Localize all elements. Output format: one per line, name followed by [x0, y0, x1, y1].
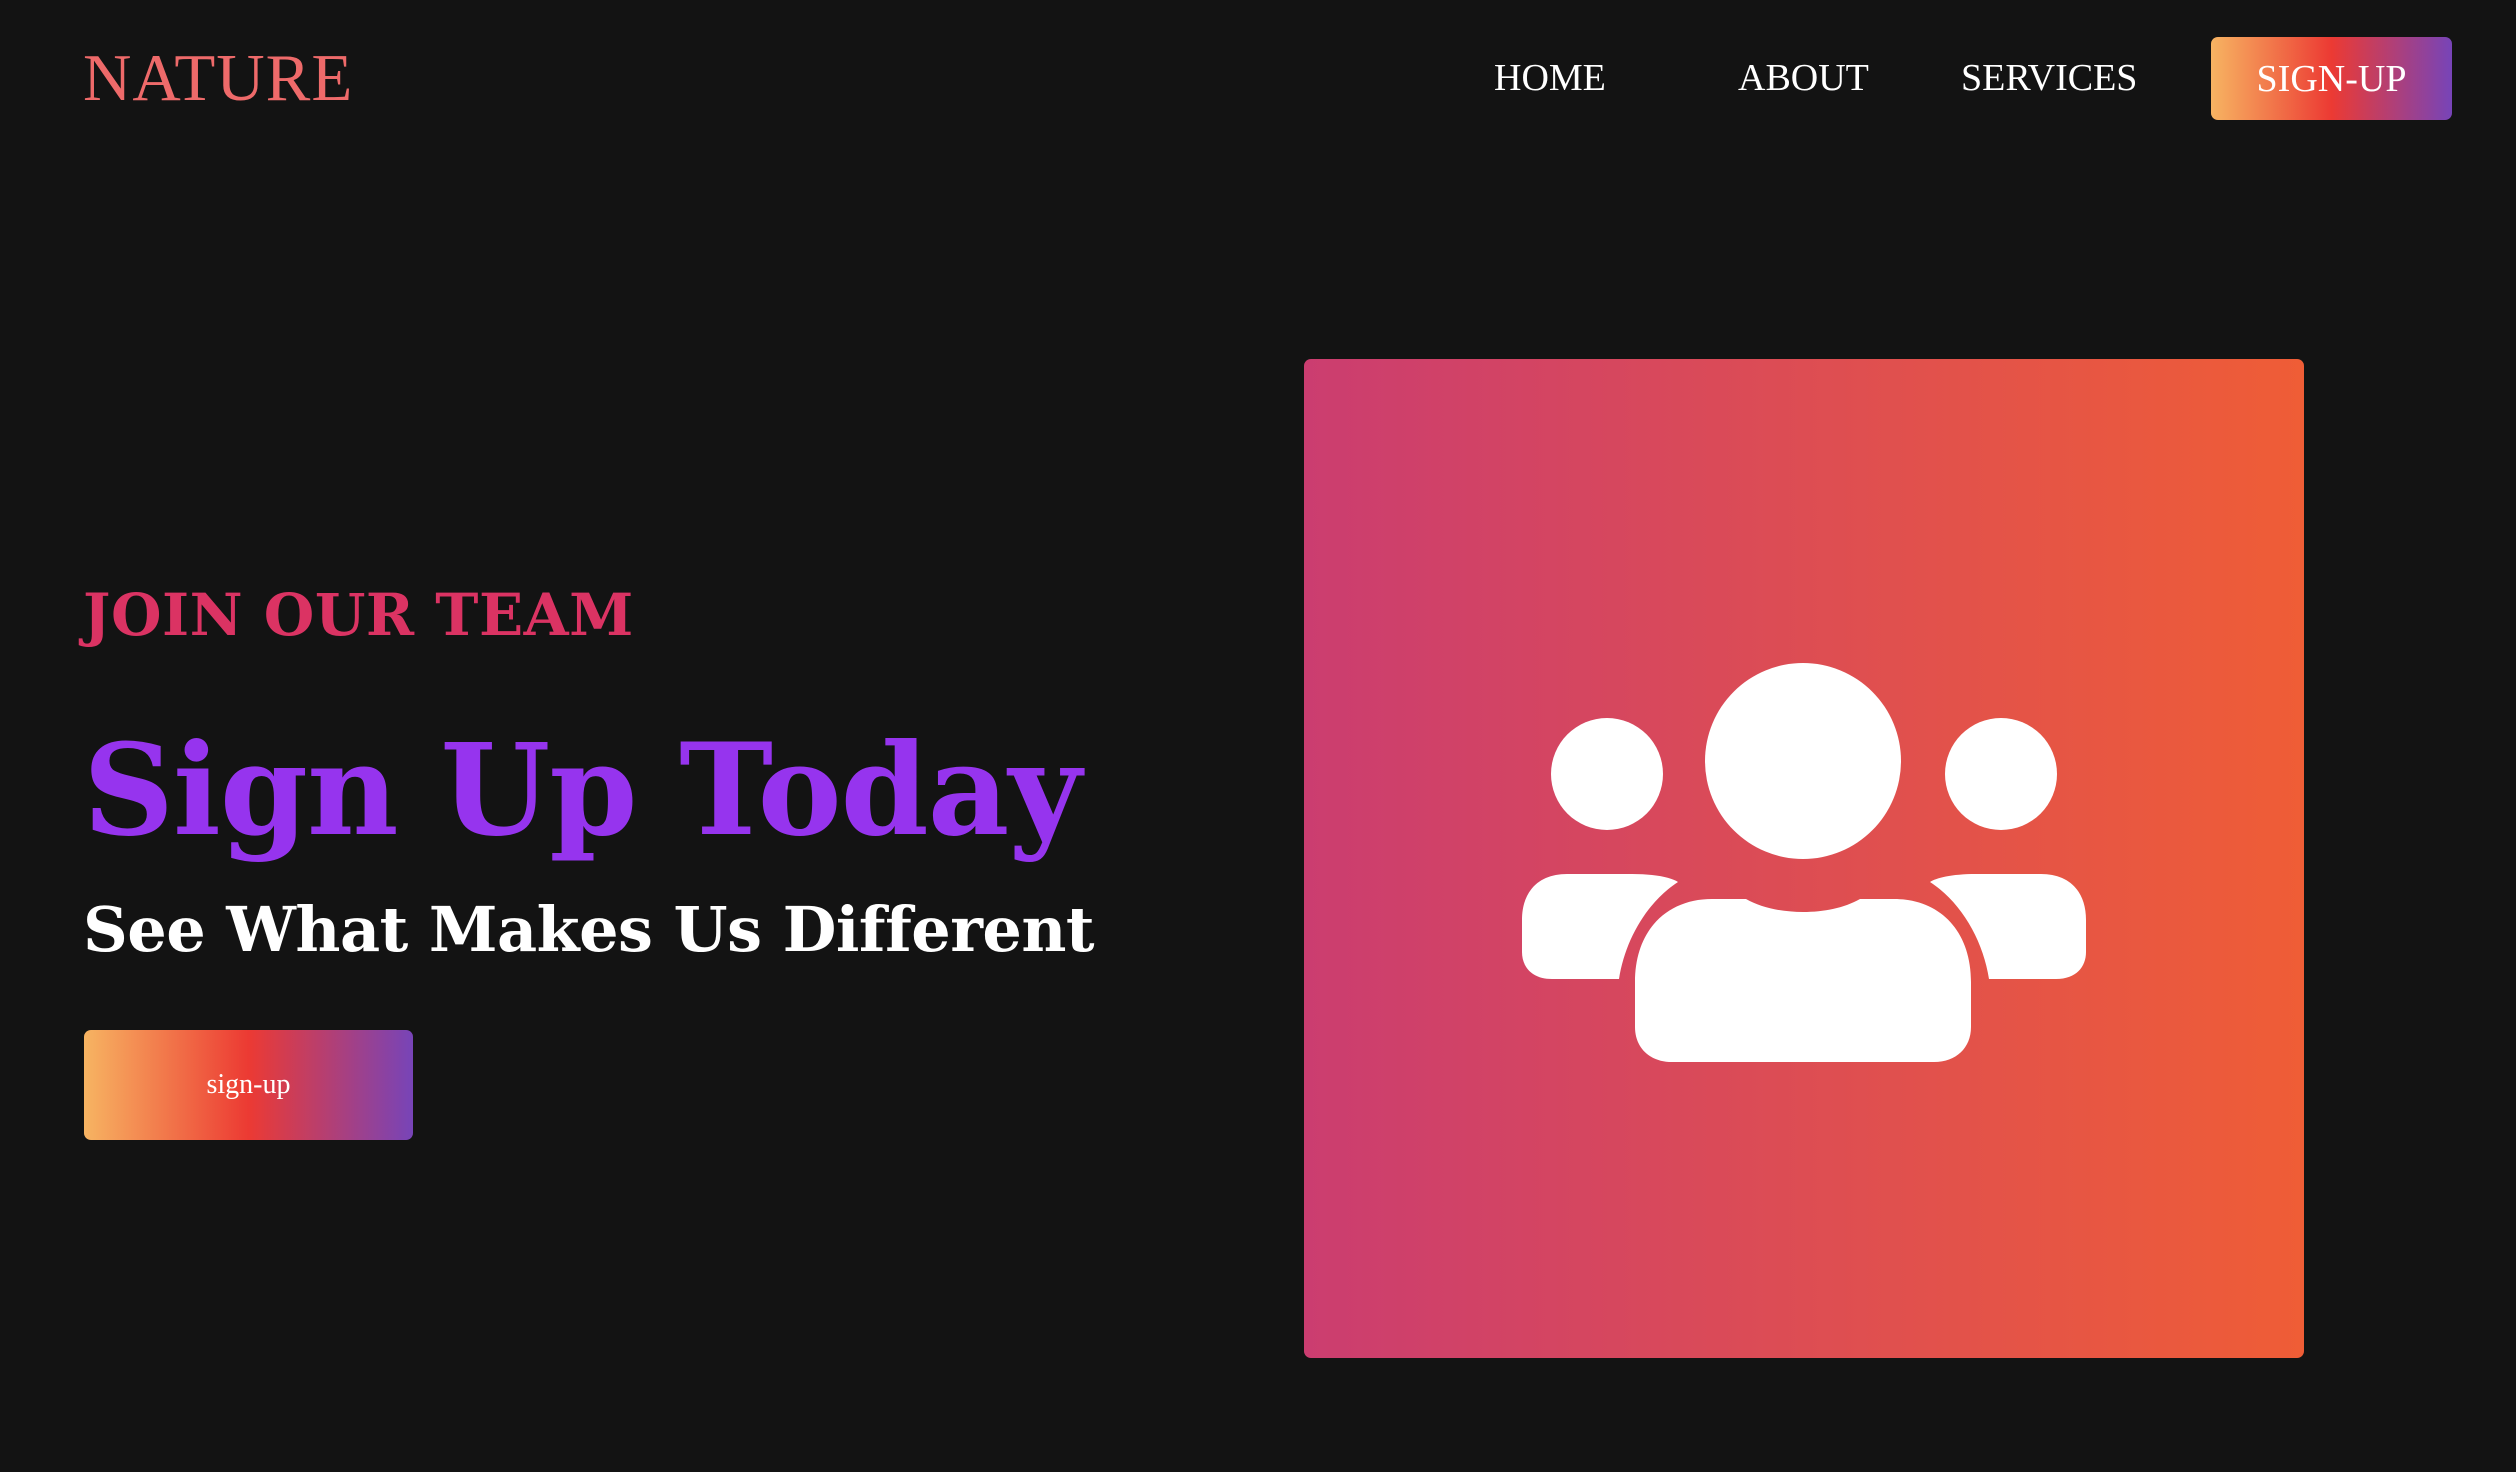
- nav-about-link[interactable]: ABOUT: [1738, 50, 1869, 106]
- nav-home-link[interactable]: HOME: [1494, 50, 1606, 106]
- page: NATURE HOME ABOUT SERVICES SIGN-UP JOIN …: [0, 0, 2516, 1472]
- nav-services-link[interactable]: SERVICES: [1961, 50, 2137, 106]
- hero-headline: Sign Up Today: [83, 716, 1082, 864]
- logo[interactable]: NATURE: [83, 36, 353, 120]
- hero-signup-button[interactable]: sign-up: [84, 1030, 413, 1140]
- users-group-icon: [1522, 663, 2086, 1062]
- hero-subhead: See What Makes Us Different: [83, 893, 1095, 966]
- hero-eyebrow: JOIN OUR TEAM: [83, 581, 634, 649]
- nav-signup-button[interactable]: SIGN-UP: [2211, 37, 2452, 120]
- illustration-card: [1304, 359, 2304, 1358]
